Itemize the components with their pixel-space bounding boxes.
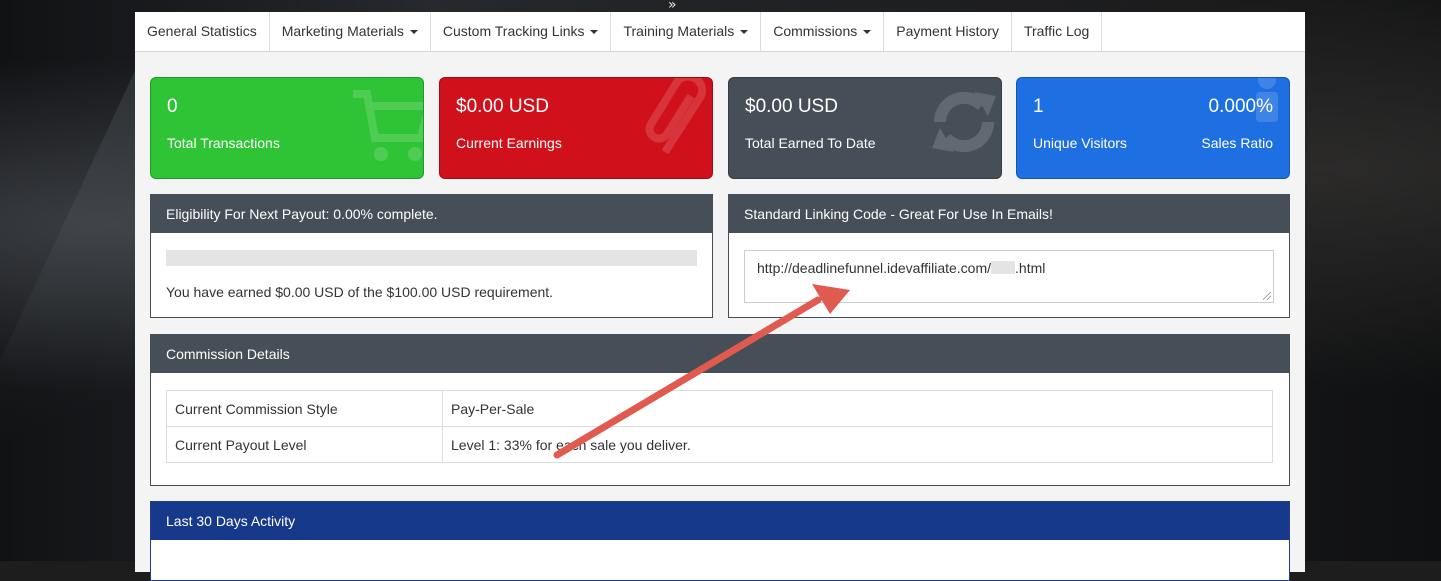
table-cell-key: Current Payout Level xyxy=(166,426,443,463)
nav-label: General Statistics xyxy=(147,23,257,39)
sales-ratio-value: 0.000% xyxy=(1208,96,1273,117)
nav-marketing-materials[interactable]: Marketing Materials xyxy=(270,12,431,51)
nav-commissions[interactable]: Commissions xyxy=(761,12,885,51)
nav-general-statistics[interactable]: General Statistics xyxy=(135,12,270,51)
table-row: Current Commission Style Pay-Per-Sale xyxy=(166,390,1273,427)
nav-training-materials[interactable]: Training Materials xyxy=(611,12,762,51)
current-earnings-card: $0.00 USD Current Earnings xyxy=(439,77,713,179)
visitors-value: 1 xyxy=(1033,96,1044,117)
nav-traffic-log[interactable]: Traffic Log xyxy=(1012,12,1103,51)
last-30-days-panel: Last 30 Days Activity xyxy=(150,501,1290,581)
nav-label: Custom Tracking Links xyxy=(442,23,585,39)
shopping-cart-icon xyxy=(353,90,423,161)
nav-label: Training Materials xyxy=(623,23,735,39)
earnings-value: $0.00 USD xyxy=(456,96,549,117)
nav-label: Marketing Materials xyxy=(281,23,404,39)
double-chevron-icon: » xyxy=(668,0,677,13)
linking-url-prefix: http://deadlinefunnel.idevaffiliate.com/ xyxy=(757,260,992,276)
linking-url-suffix: .html xyxy=(1015,260,1046,276)
caret-down-icon xyxy=(740,30,749,35)
last-30-days-title: Last 30 Days Activity xyxy=(151,502,1289,540)
payout-eligibility-panel: Eligibility For Next Payout: 0.00% compl… xyxy=(150,194,713,318)
table-row: Current Payout Level Level 1: 33% for ea… xyxy=(166,426,1273,463)
total-earned-card: $0.00 USD Total Earned To Date xyxy=(728,77,1002,179)
visitors-label: Unique Visitors xyxy=(1033,135,1127,151)
transactions-value: 0 xyxy=(167,96,178,117)
sales-ratio-label: Sales Ratio xyxy=(1201,135,1273,151)
transactions-label: Total Transactions xyxy=(167,135,280,151)
payout-requirement-text: You have earned $0.00 USD of the $100.00… xyxy=(166,284,554,300)
unique-visitors-card: 1 Unique Visitors 0.000% Sales Ratio xyxy=(1016,77,1290,179)
affiliate-dashboard: General Statistics Marketing Materials C… xyxy=(135,12,1305,581)
commission-details-title: Commission Details xyxy=(151,335,1289,373)
nav-payment-history[interactable]: Payment History xyxy=(884,12,1012,51)
nav-label: Commissions xyxy=(773,23,858,39)
table-cell-value: Pay-Per-Sale xyxy=(442,390,1273,427)
refresh-icon xyxy=(932,91,996,153)
table-cell-value: Level 1: 33% for each sale you deliver. xyxy=(442,426,1273,463)
earnings-label: Current Earnings xyxy=(456,135,562,151)
commission-table: Current Commission Style Pay-Per-Sale Cu… xyxy=(166,390,1273,463)
linking-code-textarea[interactable]: http://deadlinefunnel.idevaffiliate.com/… xyxy=(744,250,1274,303)
redacted-id xyxy=(991,261,1016,274)
table-cell-key: Current Commission Style xyxy=(166,390,443,427)
paperclip-icon xyxy=(645,78,707,155)
payout-eligibility-title: Eligibility For Next Payout: 0.00% compl… xyxy=(151,195,712,233)
caret-down-icon xyxy=(863,30,872,35)
payout-progress-bar xyxy=(166,250,697,266)
linking-code-panel: Standard Linking Code - Great For Use In… xyxy=(728,194,1290,318)
total-transactions-card: 0 Total Transactions xyxy=(150,77,424,179)
caret-down-icon xyxy=(590,30,599,35)
top-nav: General Statistics Marketing Materials C… xyxy=(135,12,1305,52)
nav-custom-tracking-links[interactable]: Custom Tracking Links xyxy=(431,12,612,51)
caret-down-icon xyxy=(409,30,418,35)
earned-to-date-value: $0.00 USD xyxy=(745,96,838,117)
earned-to-date-label: Total Earned To Date xyxy=(745,135,876,151)
commission-details-panel: Commission Details Current Commission St… xyxy=(150,334,1290,486)
linking-code-title: Standard Linking Code - Great For Use In… xyxy=(729,195,1289,233)
resize-grip-icon[interactable] xyxy=(1263,292,1271,300)
nav-label: Payment History xyxy=(896,23,999,39)
nav-label: Traffic Log xyxy=(1023,23,1090,39)
